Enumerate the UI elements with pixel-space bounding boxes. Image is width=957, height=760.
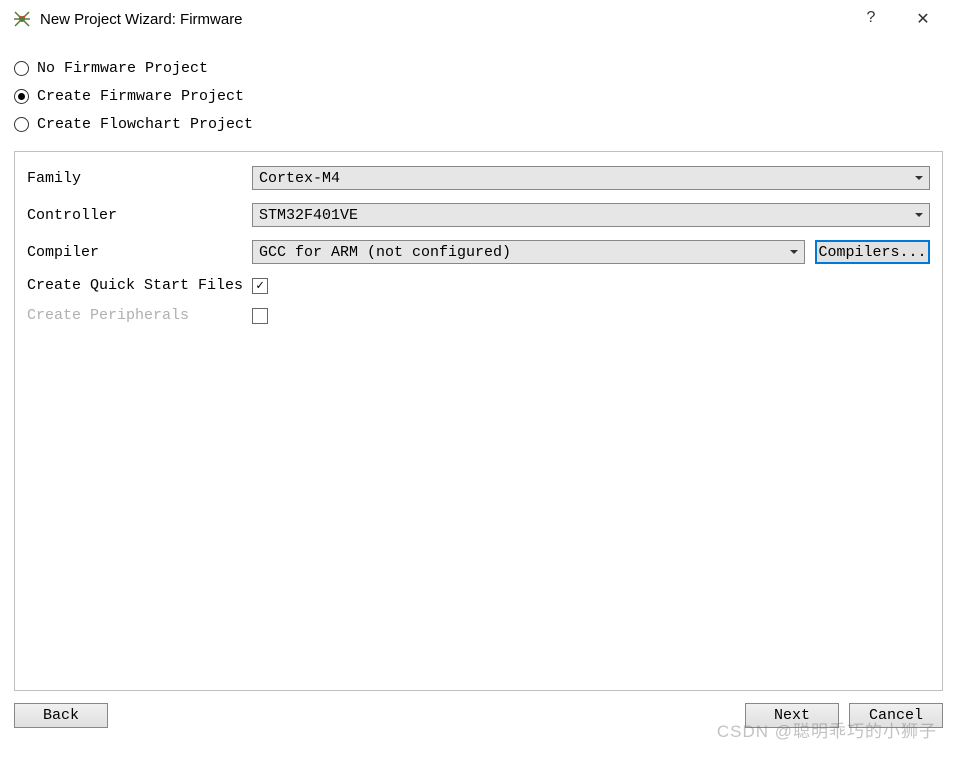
compiler-label: Compiler xyxy=(27,244,252,261)
controller-row: Controller STM32F401VE xyxy=(27,203,930,227)
project-type-radio-group: No Firmware Project Create Firmware Proj… xyxy=(14,60,943,133)
quickstart-row: Create Quick Start Files xyxy=(27,277,930,294)
family-row: Family Cortex-M4 xyxy=(27,166,930,190)
content-area: No Firmware Project Create Firmware Proj… xyxy=(0,38,957,691)
quickstart-label: Create Quick Start Files xyxy=(27,277,252,294)
chevron-down-icon xyxy=(915,176,923,180)
dropdown-value: Cortex-M4 xyxy=(259,170,340,187)
radio-no-firmware[interactable]: No Firmware Project xyxy=(14,60,943,77)
controller-label: Controller xyxy=(27,207,252,224)
quickstart-checkbox[interactable] xyxy=(252,278,268,294)
radio-icon xyxy=(14,117,29,132)
radio-icon xyxy=(14,61,29,76)
titlebar: New Project Wizard: Firmware ? ✕ xyxy=(0,0,957,38)
radio-icon xyxy=(14,89,29,104)
close-button[interactable]: ✕ xyxy=(911,9,935,29)
radio-label: No Firmware Project xyxy=(37,60,208,77)
cancel-button[interactable]: Cancel xyxy=(849,703,943,728)
peripherals-label: Create Peripherals xyxy=(27,307,252,324)
compilers-button[interactable]: Compilers... xyxy=(815,240,930,264)
radio-create-flowchart[interactable]: Create Flowchart Project xyxy=(14,116,943,133)
app-icon xyxy=(12,9,32,29)
settings-panel: Family Cortex-M4 Controller STM32F401VE … xyxy=(14,151,943,691)
radio-create-firmware[interactable]: Create Firmware Project xyxy=(14,88,943,105)
family-label: Family xyxy=(27,170,252,187)
button-bar: Back Next Cancel xyxy=(0,691,957,740)
dropdown-value: GCC for ARM (not configured) xyxy=(259,244,511,261)
peripherals-row: Create Peripherals xyxy=(27,307,930,324)
compiler-row: Compiler GCC for ARM (not configured) Co… xyxy=(27,240,930,264)
titlebar-controls: ? ✕ xyxy=(859,9,935,29)
window-title: New Project Wizard: Firmware xyxy=(40,11,859,28)
peripherals-checkbox xyxy=(252,308,268,324)
compiler-dropdown[interactable]: GCC for ARM (not configured) xyxy=(252,240,805,264)
radio-label: Create Flowchart Project xyxy=(37,116,253,133)
help-button[interactable]: ? xyxy=(859,9,883,29)
dropdown-value: STM32F401VE xyxy=(259,207,358,224)
chevron-down-icon xyxy=(790,250,798,254)
next-button[interactable]: Next xyxy=(745,703,839,728)
back-button[interactable]: Back xyxy=(14,703,108,728)
controller-dropdown[interactable]: STM32F401VE xyxy=(252,203,930,227)
radio-label: Create Firmware Project xyxy=(37,88,244,105)
family-dropdown[interactable]: Cortex-M4 xyxy=(252,166,930,190)
chevron-down-icon xyxy=(915,213,923,217)
